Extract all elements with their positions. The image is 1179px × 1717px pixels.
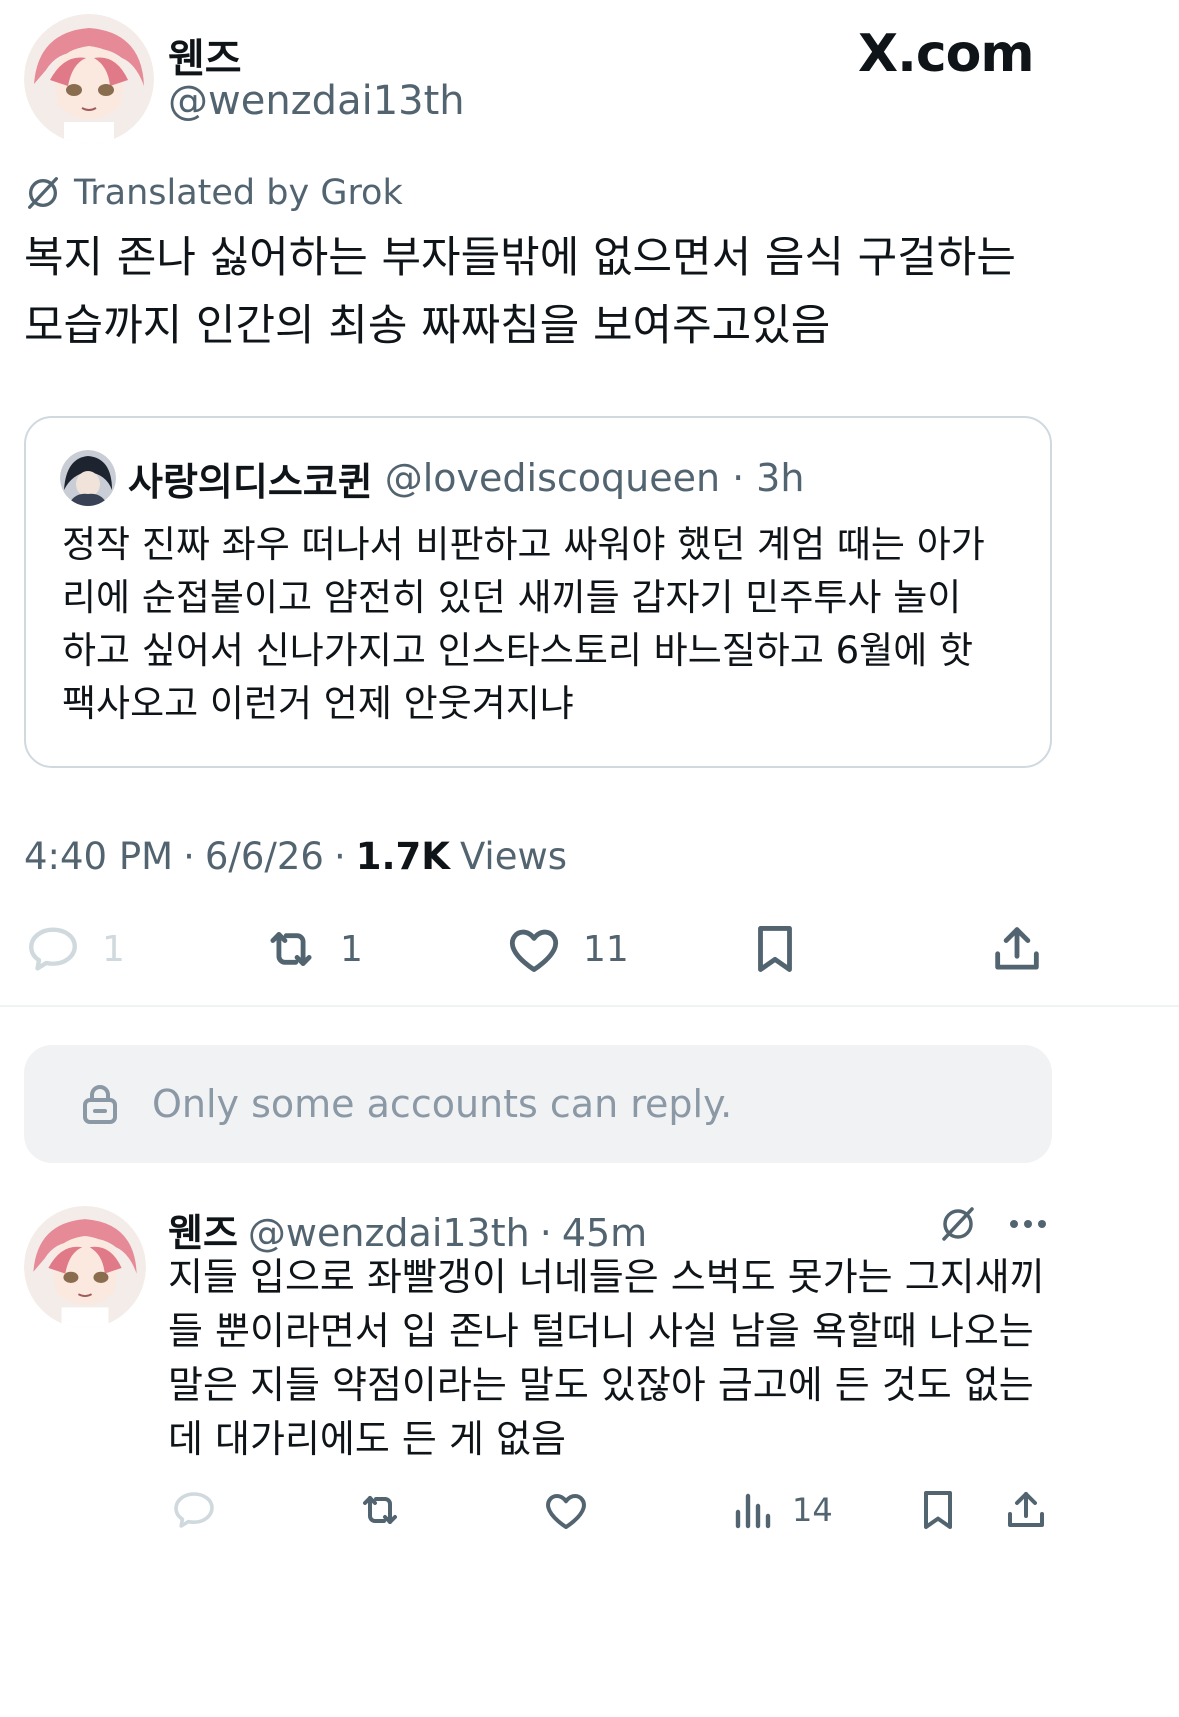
reply-repost-button[interactable] — [356, 1486, 404, 1534]
bookmark-icon — [924, 1491, 952, 1529]
reply-button[interactable]: 1 — [24, 920, 125, 978]
author-avatar[interactable] — [24, 14, 154, 144]
reply-display-name[interactable]: 웬즈 — [168, 1202, 238, 1257]
views-count: 1.7K — [355, 835, 450, 878]
bookmark-icon — [758, 926, 792, 972]
reply-views[interactable]: 14 — [730, 1486, 833, 1534]
reply-restriction-text: Only some accounts can reply. — [152, 1082, 733, 1126]
reply-count: 1 — [102, 928, 125, 970]
reply-icon — [174, 1492, 214, 1528]
reply-icon — [29, 927, 77, 971]
reply-like-button[interactable] — [542, 1486, 590, 1534]
meta-separator: · — [183, 835, 195, 878]
more-options-icon[interactable] — [1008, 1218, 1048, 1230]
repost-icon — [270, 932, 312, 966]
reply-separator: · — [539, 1211, 552, 1255]
share-icon — [995, 927, 1039, 970]
translation-label: Translated by Grok — [74, 173, 403, 213]
reply-restriction-banner: Only some accounts can reply. — [24, 1045, 1052, 1163]
reply-share-button[interactable] — [1002, 1486, 1050, 1534]
quote-header: 사랑의디스코퀸 @lovediscoqueen · 3h — [60, 450, 804, 506]
heart-icon — [509, 929, 559, 972]
quote-separator: · — [732, 456, 745, 500]
lock-icon — [83, 1085, 117, 1124]
heart-icon — [546, 1494, 586, 1529]
tweet-meta: 4:40 PM · 6/6/26 · 1.7K Views — [24, 835, 567, 878]
reply-time[interactable]: 45m — [562, 1211, 647, 1255]
repost-icon — [363, 1496, 397, 1524]
quoted-tweet[interactable]: 사랑의디스코퀸 @lovediscoqueen · 3h 정작 진짜 좌우 떠나… — [24, 416, 1052, 768]
like-button[interactable]: 11 — [505, 920, 629, 978]
repost-button[interactable]: 1 — [262, 920, 363, 978]
quote-time[interactable]: 3h — [756, 456, 804, 500]
reply-views-count: 14 — [792, 1491, 833, 1529]
translation-note: Translated by Grok — [24, 173, 403, 213]
quote-display-name[interactable]: 사랑의디스코퀸 — [128, 451, 373, 506]
meta-separator: · — [333, 835, 346, 878]
quote-avatar[interactable] — [60, 450, 116, 506]
reply-reply-button[interactable] — [170, 1486, 218, 1534]
analytics-icon — [735, 1493, 771, 1529]
reply-avatar[interactable] — [24, 1206, 146, 1328]
reply-header: 웬즈 @wenzdai13th · 45m — [168, 1202, 647, 1257]
site-logo: X.com — [858, 24, 1035, 84]
repost-count: 1 — [340, 928, 363, 970]
grok-icon — [28, 177, 58, 209]
reply-text: 지들 입으로 좌빨갱이 너네들은 스벅도 못가는 그지새끼 들 뿐이라면서 입 … — [168, 1255, 1045, 1461]
reply-handle[interactable]: @wenzdai13th — [248, 1211, 530, 1255]
tweet-text: 복지 존나 싫어하는 부자들밖에 없으면서 음식 구걸하는 모습까지 인간의 최… — [24, 233, 1016, 351]
like-count: 11 — [583, 928, 629, 970]
share-button[interactable] — [988, 920, 1046, 978]
views-label: Views — [459, 835, 568, 878]
reply-bookmark-button[interactable] — [914, 1486, 962, 1534]
author-display-name[interactable]: 웬즈 — [168, 26, 242, 84]
quote-handle[interactable]: @lovediscoqueen — [385, 456, 720, 500]
grok-translate-icon[interactable] — [938, 1204, 978, 1244]
quote-text: 정작 진짜 좌우 떠나서 비판하고 싸워야 했던 계엄 때는 아가 리에 순접붙… — [62, 523, 985, 725]
bookmark-button[interactable] — [746, 920, 804, 978]
author-handle[interactable]: @wenzdai13th — [168, 78, 465, 124]
divider — [0, 1005, 1179, 1007]
share-icon — [1008, 1492, 1044, 1527]
tweet-date[interactable]: 6/6/26 — [205, 835, 324, 878]
tweet-time[interactable]: 4:40 PM — [24, 835, 173, 878]
